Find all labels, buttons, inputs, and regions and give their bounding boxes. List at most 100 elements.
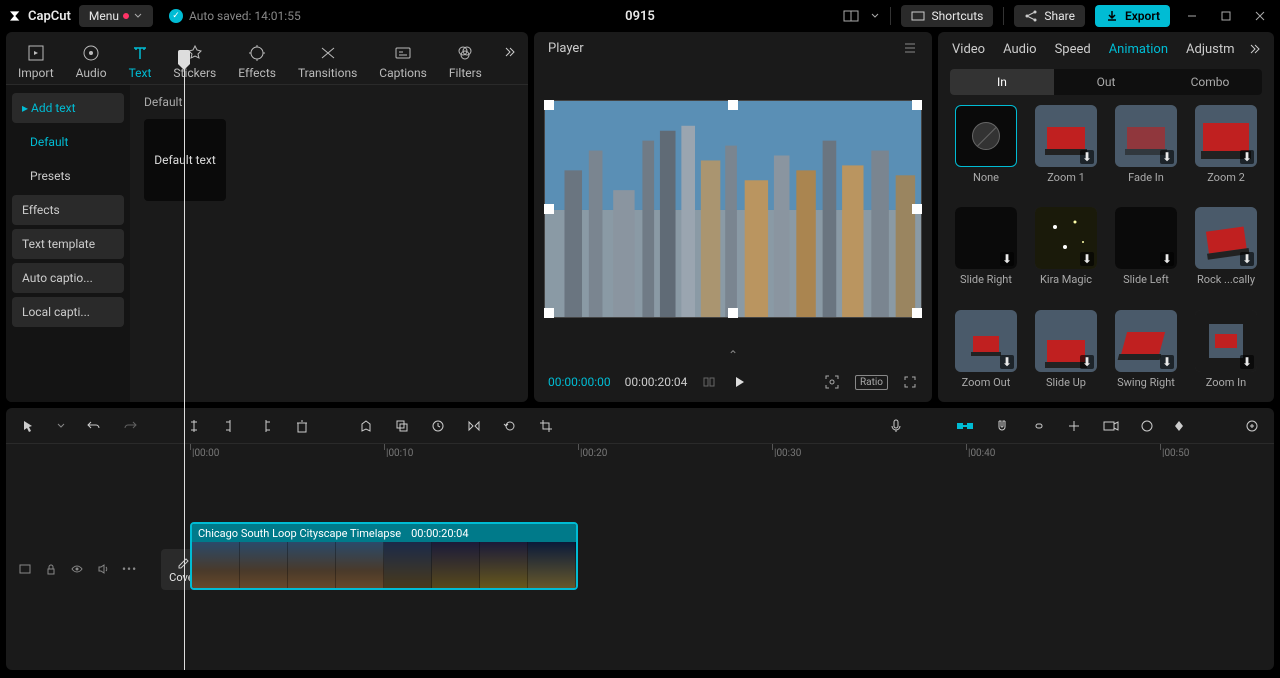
tab-animation[interactable]: Animation — [1109, 42, 1168, 57]
sidebar-effects[interactable]: Effects — [12, 195, 124, 225]
minimize-button[interactable] — [1180, 4, 1204, 28]
anim-none[interactable]: None — [952, 105, 1020, 197]
tab-audio[interactable]: Audio — [74, 38, 109, 84]
link-button[interactable] — [1030, 418, 1046, 434]
collapse-handle[interactable]: ⌃ — [534, 348, 932, 362]
lock-icon[interactable] — [44, 562, 58, 576]
timeline-playhead[interactable] — [184, 58, 185, 670]
sidebar-presets[interactable]: Presets — [12, 161, 124, 191]
rotate-button[interactable] — [502, 418, 518, 434]
magnet-main-button[interactable] — [956, 419, 974, 433]
delete-button[interactable] — [294, 418, 310, 434]
resize-handle[interactable] — [728, 308, 738, 318]
close-button[interactable] — [1248, 4, 1272, 28]
delete-right-button[interactable] — [258, 418, 274, 434]
eye-icon[interactable] — [70, 562, 84, 576]
tabs-more-button[interactable] — [502, 44, 518, 60]
default-text-card[interactable]: Default text — [144, 119, 226, 201]
anim-slide-left[interactable]: ⬇Slide Left — [1112, 207, 1180, 299]
zoom-slider-handle[interactable] — [1174, 419, 1184, 433]
undo-button[interactable] — [86, 418, 102, 434]
sidebar-text-template[interactable]: Text template — [12, 229, 124, 259]
mode-combo[interactable]: Combo — [1158, 69, 1262, 95]
crop-button[interactable] — [538, 418, 554, 434]
mic-button[interactable] — [888, 418, 904, 434]
crop-icon — [538, 418, 554, 434]
anim-swing-right[interactable]: ⬇Swing Right — [1112, 310, 1180, 402]
anim-zoom-in[interactable]: ⬇Zoom In — [1192, 310, 1260, 402]
redo-button[interactable] — [122, 418, 138, 434]
anim-kira-magic[interactable]: ⬇Kira Magic — [1032, 207, 1100, 299]
frame-icon[interactable] — [18, 562, 32, 576]
tab-filters[interactable]: Filters — [447, 38, 484, 84]
marker-button[interactable] — [358, 418, 374, 434]
layers-button[interactable] — [394, 418, 410, 434]
tab-video[interactable]: Video — [952, 42, 985, 57]
shortcuts-button[interactable]: Shortcuts — [901, 5, 993, 27]
mirror-button[interactable] — [466, 418, 482, 434]
preview-viewport[interactable] — [544, 100, 922, 318]
split-button[interactable] — [186, 418, 202, 434]
project-title[interactable]: 0915 — [625, 9, 655, 24]
export-button[interactable]: Export — [1095, 5, 1170, 27]
inspector-more-button[interactable] — [1244, 42, 1266, 56]
compare-button[interactable] — [701, 374, 717, 390]
tab-import[interactable]: Import — [16, 38, 56, 84]
anim-fade-in[interactable]: ⬇Fade In — [1112, 105, 1180, 197]
zoom-fit-button[interactable] — [1244, 418, 1260, 434]
chevron-down-icon[interactable] — [870, 11, 880, 21]
anim-slide-right[interactable]: ⬇Slide Right — [952, 207, 1020, 299]
tab-audio[interactable]: Audio — [1003, 42, 1036, 57]
magnet-button[interactable] — [994, 418, 1010, 434]
sidebar-default[interactable]: Default — [12, 127, 124, 157]
sidebar-auto-captions[interactable]: Auto captio... — [12, 263, 124, 293]
mode-in[interactable]: In — [950, 69, 1054, 95]
tab-adjustment[interactable]: Adjustm — [1186, 42, 1234, 57]
preview-render-button[interactable] — [1102, 418, 1120, 434]
tab-speed[interactable]: Speed — [1055, 42, 1091, 57]
cursor-icon — [20, 418, 36, 434]
ruler-tick: |00:30 — [774, 448, 801, 459]
resize-handle[interactable] — [912, 308, 922, 318]
player-menu-button[interactable] — [902, 40, 918, 56]
video-clip[interactable]: Chicago South Loop Cityscape Timelapse 0… — [190, 522, 578, 590]
anim-slide-up[interactable]: ⬇Slide Up — [1032, 310, 1100, 402]
sidebar-add-text[interactable]: ▸ Add text — [12, 93, 124, 123]
resize-handle[interactable] — [728, 100, 738, 110]
resize-handle[interactable] — [544, 204, 554, 214]
more-icon[interactable]: ••• — [122, 562, 137, 576]
scan-button[interactable] — [823, 373, 841, 391]
play-button[interactable] — [731, 374, 747, 390]
resize-handle[interactable] — [544, 308, 554, 318]
select-tool[interactable] — [20, 418, 36, 434]
ratio-button[interactable]: Ratio — [855, 375, 888, 390]
mode-out[interactable]: Out — [1054, 69, 1158, 95]
delete-left-button[interactable] — [222, 418, 238, 434]
layout-icon[interactable] — [842, 7, 860, 25]
reverse-button[interactable] — [430, 418, 446, 434]
tab-text[interactable]: Text — [127, 38, 154, 84]
resize-handle[interactable] — [912, 204, 922, 214]
anim-zoom-1[interactable]: ⬇Zoom 1 — [1032, 105, 1100, 197]
sidebar-local-captions[interactable]: Local capti... — [12, 297, 124, 327]
timeline-tracks[interactable]: Chicago South Loop Cityscape Timelapse 0… — [182, 468, 1274, 670]
share-button[interactable]: Share — [1014, 5, 1085, 27]
menu-button[interactable]: Menu — [79, 5, 153, 27]
timeline-ruler[interactable]: |00:00 |00:10 |00:20 |00:30 |00:40 |00:5… — [182, 444, 1274, 468]
preview-axis-button[interactable] — [1066, 418, 1082, 434]
resize-handle[interactable] — [544, 100, 554, 110]
marker-icon — [358, 418, 374, 434]
resize-handle[interactable] — [912, 100, 922, 110]
tab-captions[interactable]: Captions — [377, 38, 429, 84]
tab-effects[interactable]: Effects — [236, 38, 278, 84]
fullscreen-button[interactable] — [902, 374, 918, 390]
maximize-button[interactable] — [1214, 4, 1238, 28]
select-dropdown[interactable] — [56, 421, 66, 431]
anim-rock[interactable]: ⬇Rock ...cally — [1192, 207, 1260, 299]
share-label: Share — [1044, 9, 1075, 23]
anim-zoom-out[interactable]: ⬇Zoom Out — [952, 310, 1020, 402]
tab-transitions[interactable]: Transitions — [296, 38, 359, 84]
speaker-icon[interactable] — [96, 562, 110, 576]
zoom-out-button[interactable] — [1140, 419, 1154, 433]
anim-zoom-2[interactable]: ⬇Zoom 2 — [1192, 105, 1260, 197]
